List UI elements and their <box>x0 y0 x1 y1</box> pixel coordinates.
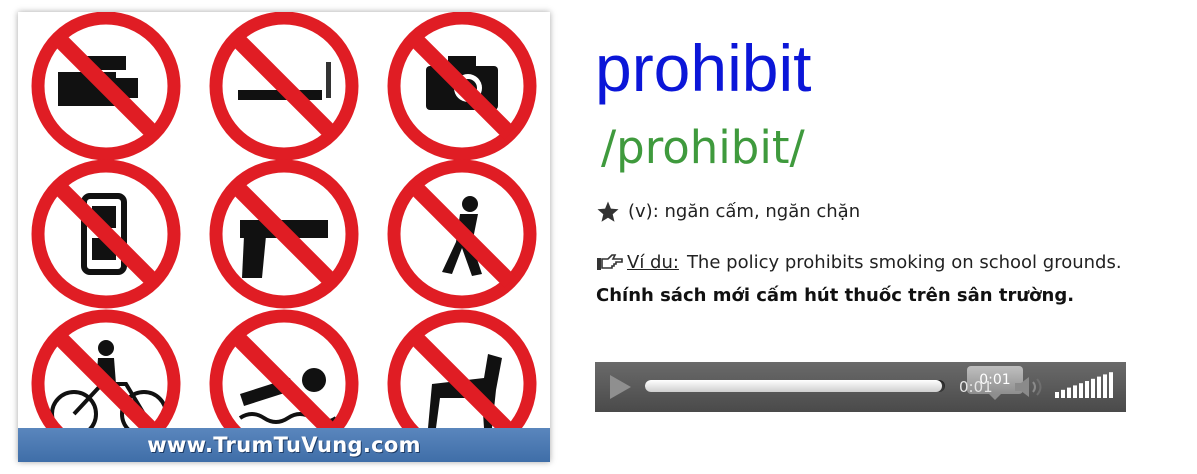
volume-bar[interactable] <box>1091 378 1095 398</box>
play-icon[interactable] <box>607 374 633 400</box>
example-translation: Chính sách mới cấm hút thuốc trên sân tr… <box>596 285 1075 306</box>
audio-player: 0:01 0:01 <box>595 362 1126 412</box>
no-bicycles-icon <box>31 309 181 436</box>
pointing-hand-icon <box>597 254 623 270</box>
volume-bar[interactable] <box>1067 387 1071 398</box>
volume-bars-icon[interactable] <box>1053 372 1115 402</box>
example-line: Ví du: The policy prohibits smoking on s… <box>596 250 1122 276</box>
watermark-bar: www.TrumTuVung.com <box>18 428 550 462</box>
volume-bar[interactable] <box>1109 372 1113 398</box>
volume-bar[interactable] <box>1103 374 1107 398</box>
phonetic-transcription: /prohibit/ <box>601 121 805 174</box>
no-guns-icon <box>209 159 359 309</box>
meaning-text: (v): ngăn cấm, ngăn chặn <box>628 201 861 222</box>
volume-bar[interactable] <box>1085 381 1089 398</box>
no-video-camera-icon <box>31 12 181 161</box>
volume-bar[interactable] <box>1061 389 1065 398</box>
current-time: 0:01 <box>959 378 993 396</box>
no-dogs-icon <box>387 309 537 436</box>
speaker-icon[interactable] <box>1013 374 1045 400</box>
vocabulary-word: prohibit <box>595 31 812 105</box>
volume-bar[interactable] <box>1097 376 1101 398</box>
volume-bar[interactable] <box>1079 383 1083 398</box>
no-running-icon <box>387 159 537 309</box>
prohibition-signs-grid <box>31 12 537 436</box>
no-camera-icon <box>387 12 537 161</box>
no-smoking-icon <box>209 12 359 161</box>
star-icon <box>597 201 619 222</box>
volume-bar[interactable] <box>1073 385 1077 398</box>
meaning-line: (v): ngăn cấm, ngăn chặn <box>596 199 860 225</box>
progress-fill <box>645 380 942 392</box>
vocabulary-image: www.TrumTuVung.com <box>18 12 550 462</box>
example-sentence: The policy prohibits smoking on school g… <box>686 252 1122 273</box>
no-mobile-phone-icon <box>31 159 181 309</box>
volume-bar[interactable] <box>1055 392 1059 398</box>
progress-slider[interactable]: 0:01 <box>645 366 1023 400</box>
example-label: Ví du: <box>627 252 679 273</box>
no-swimming-icon <box>209 309 359 436</box>
watermark-text: www.TrumTuVung.com <box>147 433 421 457</box>
